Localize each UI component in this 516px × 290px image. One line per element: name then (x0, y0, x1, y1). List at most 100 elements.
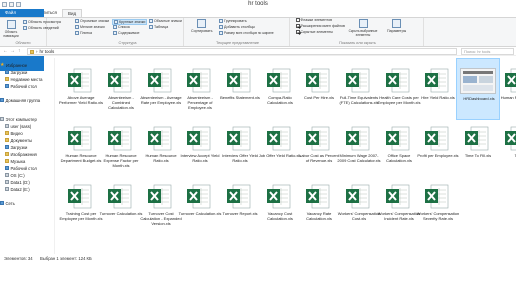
layout-details[interactable]: Таблица (148, 25, 169, 29)
nav-pc-user[interactable]: user (sass) (0, 123, 55, 129)
nav-drive-d[interactable]: Data1 (D:) (0, 179, 55, 185)
file-item[interactable]: Profit per Employee.xls (416, 116, 460, 178)
file-item[interactable]: Absenteeism - Average Rate per Employee.… (139, 58, 183, 120)
file-item[interactable]: Interview Accept Yield Ratio.xls (178, 116, 222, 178)
file-item[interactable]: Human Resource Department Budget.xls (59, 116, 103, 178)
file-item[interactable]: Time To Fill.xls (456, 116, 500, 178)
checkbox-checked-icon (296, 24, 300, 28)
file-name: Workers' Compensation Cost.xls (337, 211, 381, 221)
file-item[interactable]: Above Average Performer Yield Ratio.xls (59, 58, 103, 120)
file-item[interactable]: Cost Per Hire.xls (297, 58, 341, 120)
extensions-toggle[interactable]: Расширения имен файлов (295, 24, 346, 28)
file-item[interactable]: Workers' Compensation Severity Rate.xls (416, 174, 460, 236)
file-item[interactable]: Absenteeism - Combined Calculation.xls (99, 58, 143, 120)
nav-pc-desktop[interactable]: Рабочий стол (0, 165, 55, 171)
layout-label: Плитка (80, 31, 92, 35)
sort-button[interactable]: Сортировать (190, 19, 213, 33)
file-item[interactable]: Tr... (496, 116, 516, 178)
folder-icon (30, 49, 34, 54)
file-item[interactable]: Turnover Calculation.xls (99, 174, 143, 236)
file-item[interactable]: Labor Cost as Percent of Revenue.xls (297, 116, 341, 178)
file-item[interactable]: Interview Offer Yield Ratio.xls (218, 116, 262, 178)
excel-file-icon (186, 125, 212, 152)
nav-homegroup[interactable]: Домашняя группа (0, 97, 55, 103)
file-name: Hire Yield Ratio.xls (421, 95, 455, 100)
file-item[interactable]: Benefits Statement.xls (218, 58, 262, 120)
file-item[interactable]: Compa-Ratio Calculation.xls (258, 58, 302, 120)
nav-fav-downloads[interactable]: Загрузки (0, 69, 55, 75)
nav-favorites[interactable]: ★ Избранное (0, 62, 55, 68)
file-name: Interview Offer Yield Ratio.xls (222, 153, 258, 163)
fit-columns-button[interactable]: Размер всех столбцов по ширине (218, 31, 275, 35)
up-arrow-icon[interactable]: ↑ (18, 48, 21, 54)
music-icon (5, 159, 9, 163)
nav-pane-button[interactable]: Область навигации (2, 20, 20, 38)
file-item[interactable]: Job Offer Yield Ratio.xls (258, 116, 302, 178)
nav-this-pc[interactable]: Этот компьютер (0, 116, 55, 122)
nav-pc-videos[interactable]: Видео (0, 130, 55, 136)
file-item[interactable]: HRDashboard.xls (456, 58, 500, 120)
layout-list[interactable]: Список (112, 25, 131, 29)
excel-file-icon (147, 125, 173, 152)
file-name: Labor Cost as Percent of Revenue.xls (299, 153, 339, 163)
file-item[interactable]: Minimum Wage 2007-2009 Cost Calculator.x… (337, 116, 381, 178)
preview-pane-label: Область просмотра (28, 20, 61, 24)
hidden-items-toggle[interactable]: Скрытые элементы (295, 30, 334, 34)
back-arrow-icon[interactable]: ← (3, 48, 8, 54)
excel-file-icon (226, 125, 252, 152)
nav-fav-desktop[interactable]: Рабочий стол (0, 83, 55, 89)
user-folder-icon (5, 124, 9, 128)
search-input[interactable]: Поиск: hr tools (461, 48, 514, 55)
file-item[interactable]: Full-Time Equivalents (FTE) Calculations… (337, 58, 381, 120)
layout-small-icons[interactable]: Мелкие значки (74, 25, 106, 29)
details-pane-button[interactable]: Область сведений (22, 26, 60, 30)
file-item[interactable]: Office Space Calculation.xls (377, 116, 421, 178)
file-item[interactable]: Human Resource... (496, 58, 516, 120)
options-button[interactable]: Параметры (386, 19, 407, 33)
nav-fav-recent[interactable]: Недавние места (0, 76, 55, 82)
nav-network[interactable]: Сеть (0, 200, 55, 206)
list-icon (113, 25, 117, 29)
file-item[interactable]: Turnover Report.xls (218, 174, 262, 236)
file-item[interactable]: Workers' Compensation Cost.xls (337, 174, 381, 236)
file-item[interactable]: Vacancy Cost Calculation.xls (258, 174, 302, 236)
item-checkboxes-toggle[interactable]: Флажки элементов (295, 18, 333, 22)
excel-file-icon (464, 125, 490, 152)
excel-file-icon (67, 183, 93, 210)
nav-pc-pictures[interactable]: Изображения (0, 151, 55, 157)
file-item[interactable]: Workers' Compensation Incident Rate.xls (377, 174, 421, 236)
file-item[interactable]: Vacancy Rate Calculation.xls (297, 174, 341, 236)
layout-huge-icons[interactable]: Огромные значки (74, 19, 110, 23)
file-name: Turnover Calculation.xls (178, 211, 222, 216)
preview-pane-button[interactable]: Область просмотра (22, 20, 62, 24)
layout-content[interactable]: Содержимое (112, 31, 141, 35)
file-item[interactable]: Human Resource Expense Factor per Month.… (99, 116, 143, 178)
nav-drive-e[interactable]: Data2 (E:) (0, 186, 55, 192)
file-item[interactable]: Health Care Costs per Employee per Month… (377, 58, 421, 120)
layout-group: Огромные значки Крупные значки Обычные з… (72, 18, 184, 46)
sort-icon (197, 19, 207, 28)
group-label-layout: Структура (118, 41, 137, 45)
nav-pc-downloads[interactable]: Загрузки (0, 144, 55, 150)
add-columns-button[interactable]: Добавить столбцы (218, 25, 256, 29)
hidden-items-label: Скрытые элементы (300, 30, 334, 34)
layout-medium-icons[interactable]: Обычные значки (148, 19, 183, 23)
file-item[interactable]: Absenteeism - Percentage of Employee.xls (178, 58, 222, 120)
tab-view[interactable]: Вид (62, 9, 83, 17)
videos-icon (5, 131, 9, 135)
layout-tiles[interactable]: Плитка (74, 31, 93, 35)
group-by-button[interactable]: Группировать (218, 19, 248, 23)
file-item[interactable]: Turnover Cost Calculation - Expanded Ver… (139, 174, 183, 236)
file-item[interactable]: Turnover Calculation.xls (178, 174, 222, 236)
file-name: Minimum Wage 2007-2009 Cost Calculator.x… (337, 153, 381, 163)
show-hide-group: Флажки элементов Расширения имен файлов … (292, 18, 424, 46)
file-item[interactable]: Human Resource Ratio.xls (139, 116, 183, 178)
file-item[interactable]: Hire Yield Ratio.xls (416, 58, 460, 120)
hide-selected-button[interactable]: Скрыть выбранные элементы (348, 19, 378, 37)
nav-pc-music[interactable]: Музыка (0, 158, 55, 164)
forward-arrow-icon[interactable]: → (10, 48, 15, 54)
nav-drive-c[interactable]: OS (C:) (0, 172, 55, 178)
address-field[interactable]: › hr tools (27, 48, 457, 55)
file-item[interactable]: Training Cost per Employee per Month.xls (59, 174, 103, 236)
nav-pc-documents[interactable]: Документы (0, 137, 55, 143)
